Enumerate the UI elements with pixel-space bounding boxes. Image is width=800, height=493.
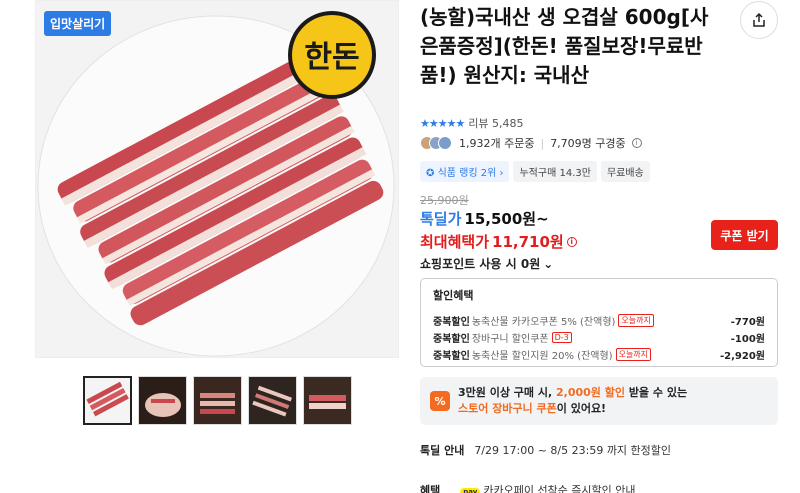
ranking-chip[interactable]: ✪ 식품 랭킹 2위 ›: [420, 161, 510, 182]
review-count-link[interactable]: 리뷰 5,485: [468, 115, 523, 131]
deal-price-row: 톡딜가 15,500원~: [420, 208, 549, 229]
benefit-text: pay 카카오페이 선착순 즉시할인 안내: [460, 482, 636, 493]
avatar: [438, 136, 452, 150]
shopping-point-toggle[interactable]: 쇼핑포인트 사용 시 0원 ⌄: [420, 255, 553, 272]
order-count: 1,932개 주문중: [459, 137, 535, 150]
original-price: 25,900원: [420, 194, 469, 207]
thumbnail-1[interactable]: [83, 376, 132, 425]
shopping-point-label: 쇼핑포인트 사용 시 0원: [420, 257, 541, 271]
share-button[interactable]: [740, 1, 778, 39]
discount-title: 할인혜택: [433, 289, 474, 302]
discount-desc: 장바구니 할인쿠폰: [471, 334, 549, 345]
discount-type: 중복할인: [433, 317, 470, 328]
notice-text: 7/29 17:00 ~ 8/5 23:59 까지 한정할인: [474, 444, 672, 457]
max-benefit-price: 11,710원: [492, 233, 564, 251]
max-benefit-label: 최대혜택가: [420, 233, 490, 251]
info-icon[interactable]: i: [631, 138, 642, 148]
info-icon[interactable]: i: [566, 236, 577, 247]
thumbnail-5[interactable]: [303, 376, 352, 425]
rating-row[interactable]: ★★★★★ 리뷰 5,485: [420, 115, 524, 131]
promo-text: 3만원 이상 구매 시, 2,000원 할인 받을 수 있는 스토어 장바구니 …: [458, 385, 687, 417]
divider: |: [540, 136, 545, 150]
discount-tag: D-3: [551, 332, 572, 343]
promo-highlight: 2,000원 할인: [556, 386, 625, 399]
chip-row: ✪ 식품 랭킹 2위 › 누적구매 14.3만 무료배송: [420, 161, 650, 182]
discount-type: 중복할인: [433, 334, 470, 345]
cart-coupon-promo[interactable]: % 3만원 이상 구매 시, 2,000원 할인 받을 수 있는 스토어 장바구…: [420, 377, 778, 425]
product-main-image: 한돈 입맛살리기: [35, 0, 399, 358]
product-title: (농할)국내산 생 오겹살 600g[사은품증정](한돈! 품질보장!무료반품!…: [420, 5, 709, 87]
viewer-count: 7,709명 구경중: [550, 137, 626, 150]
discount-tag: 오늘까지: [618, 314, 654, 327]
max-benefit-row: 최대혜택가 11,710원 i: [420, 231, 577, 252]
cumulative-sales-chip: 누적구매 14.3만: [513, 161, 597, 182]
thumbnail-2[interactable]: [138, 376, 187, 425]
coupon-button[interactable]: 쿠폰 받기: [711, 220, 778, 250]
discount-row: 중복할인 농축산물 카카오쿠폰 5% (잔액형) 오늘까지 -770원: [433, 312, 765, 329]
discount-row: 중복할인 농축산물 할인지원 20% (잔액형) 오늘까지 -2,920원: [433, 346, 765, 363]
discount-amount: -770원: [730, 317, 765, 328]
benefit-label: 혜택: [420, 484, 441, 493]
thumbnail-4[interactable]: [248, 376, 297, 425]
buyer-avatars: [420, 136, 452, 150]
promo-text-part: 받을 수 있는: [624, 386, 688, 399]
chevron-down-icon: ⌄: [543, 256, 554, 271]
share-icon: [753, 12, 765, 27]
discount-panel: 할인혜택 중복할인 농축산물 카카오쿠폰 5% (잔액형) 오늘까지 -770원…: [420, 278, 778, 367]
deal-price: 15,500원~: [464, 210, 549, 228]
ranking-chip-label: 식품 랭킹 2위: [437, 168, 497, 179]
benefit-desc: 카카오페이 선착순 즉시할인 안내: [483, 484, 636, 493]
discount-desc: 농축산물 할인지원 20% (잔액형): [471, 351, 613, 362]
brand-logo: 한돈: [304, 40, 359, 75]
product-badge: 입맛살리기: [44, 11, 112, 36]
thumbnail-strip: [83, 376, 352, 425]
percent-icon: %: [430, 391, 450, 411]
discount-desc: 농축산물 카카오쿠폰 5% (잔액형): [471, 317, 616, 328]
benefit-row[interactable]: 혜택 pay 카카오페이 선착순 즉시할인 안내: [420, 482, 636, 493]
star-icon: ★★★★★: [420, 116, 465, 130]
deal-label: 톡딜가: [420, 210, 462, 228]
promo-text-part: 3만원 이상 구매 시,: [458, 386, 556, 399]
stats-row: 1,932개 주문중 | 7,709명 구경중 i: [420, 135, 642, 151]
discount-row: 중복할인 장바구니 할인쿠폰 D-3 -100원: [433, 329, 765, 346]
discount-amount: -100원: [730, 334, 765, 345]
deal-notice: 톡딜 안내 7/29 17:00 ~ 8/5 23:59 까지 한정할인: [420, 442, 671, 458]
free-shipping-chip: 무료배송: [600, 161, 650, 182]
promo-text-part: 이 있어요!: [556, 402, 607, 415]
discount-type: 중복할인: [433, 351, 470, 362]
discount-tag: 오늘까지: [615, 348, 652, 361]
thumbnail-3[interactable]: [193, 376, 242, 425]
notice-label: 톡딜 안내: [420, 444, 465, 457]
promo-highlight: 스토어 장바구니 쿠폰: [458, 402, 557, 415]
kakaopay-icon: pay: [460, 488, 481, 493]
discount-amount: -2,920원: [720, 351, 765, 362]
